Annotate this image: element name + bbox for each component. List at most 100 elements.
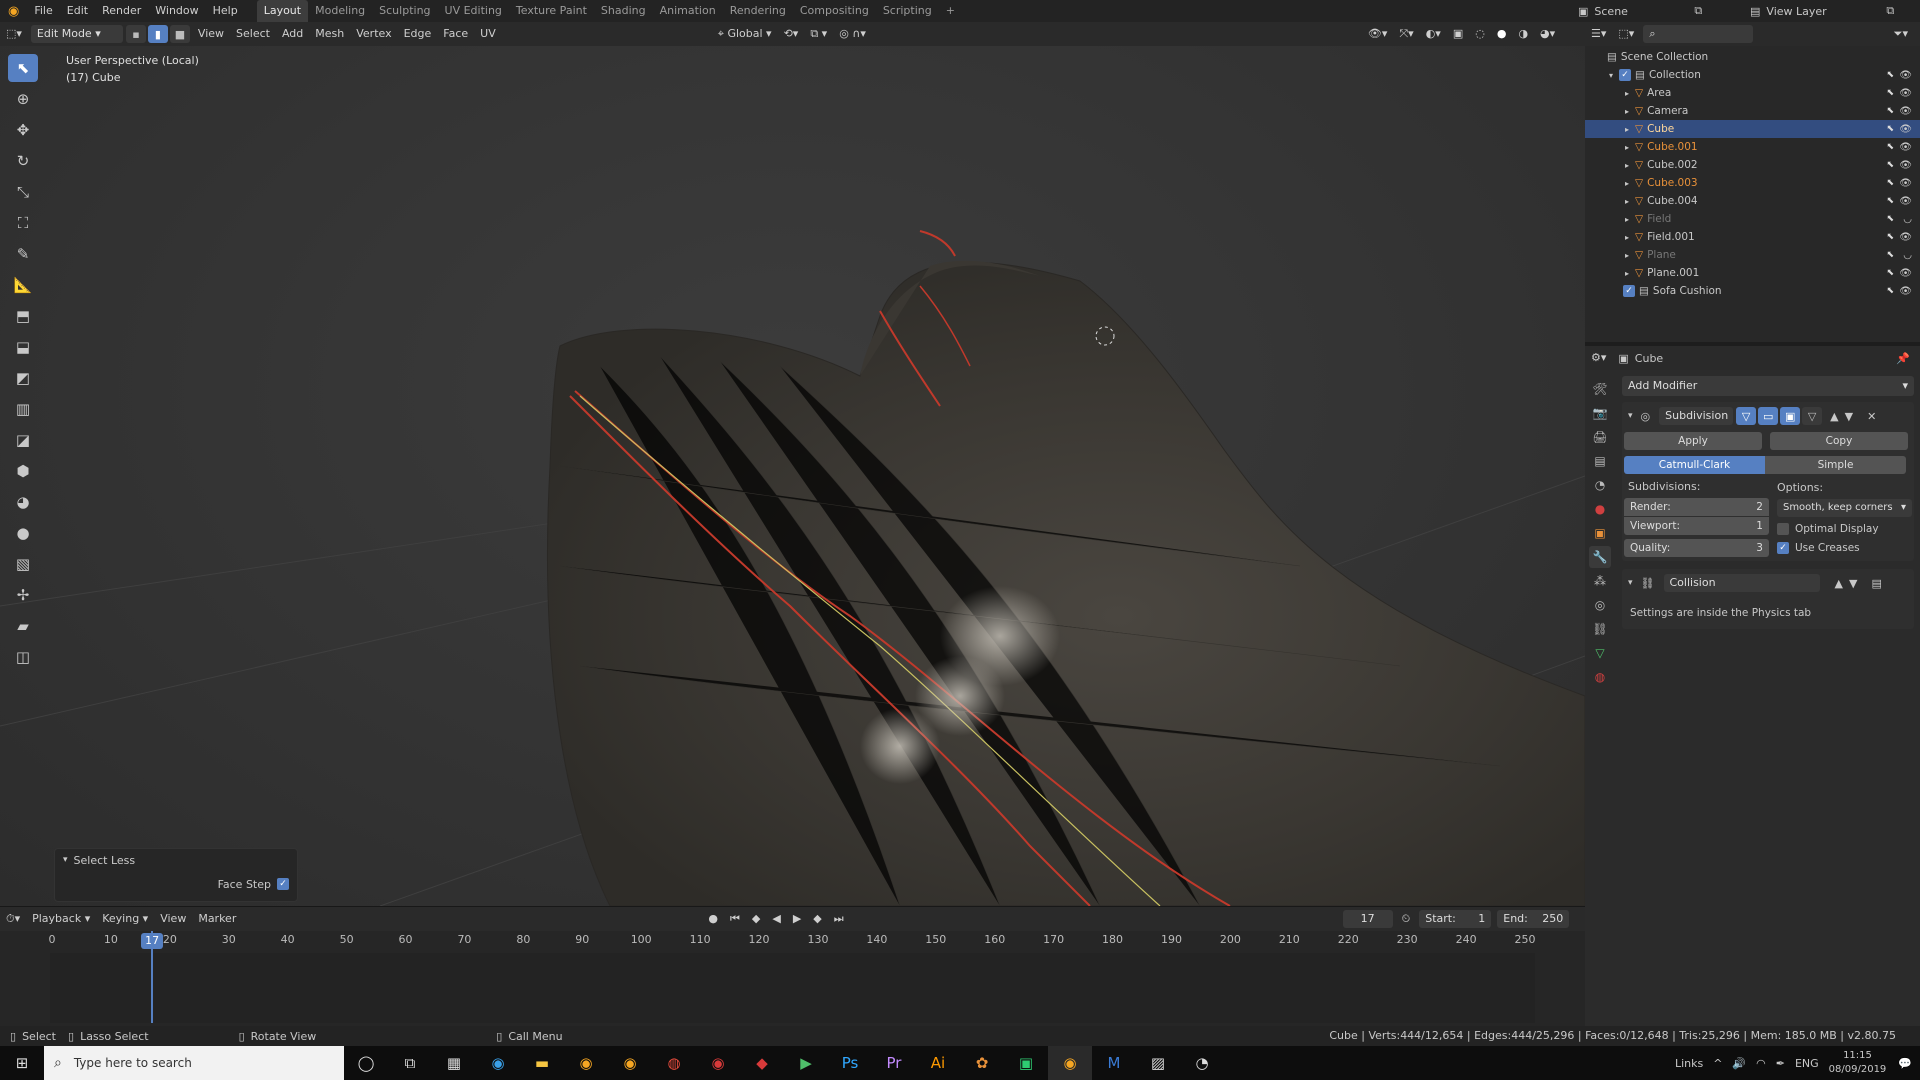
tab-sculpting[interactable]: Sculpting [372, 0, 437, 22]
expand-icon[interactable]: ▸ [1625, 215, 1629, 224]
start-frame-field[interactable]: Start: 1 [1419, 910, 1492, 928]
catmull-clark-button[interactable]: Catmull-Clark [1624, 456, 1765, 474]
apply-button[interactable]: Apply [1624, 432, 1762, 450]
chrome-icon[interactable]: ◍ [652, 1046, 696, 1080]
tab-layout[interactable]: Layout [256, 0, 309, 22]
edge-slide-icon[interactable]: ▧ [8, 550, 38, 578]
shading-rendered-icon[interactable]: ◕▾ [1534, 23, 1561, 45]
bevel-icon[interactable]: ◩ [8, 364, 38, 392]
extrude-icon[interactable]: ⬒ [8, 302, 38, 330]
eye-icon[interactable]: 👁 [1899, 178, 1912, 189]
menu-marker[interactable]: Marker [192, 908, 242, 930]
remove-modifier-icon[interactable]: ✕ [1867, 410, 1876, 423]
add-workspace-icon[interactable]: + [939, 0, 962, 22]
pivot-icon[interactable]: ⟲▾ [778, 23, 805, 45]
outliner-item[interactable]: ▸ ▽ Camera ⬉ 👁 [1585, 102, 1920, 120]
pin-icon[interactable]: 📌 [1896, 352, 1910, 365]
mode-dropdown[interactable]: Edit Mode ▾ [30, 25, 123, 43]
menu-add[interactable]: Add [276, 23, 309, 45]
filter-icon[interactable]: ⏷▾ [1888, 23, 1914, 45]
eye-icon[interactable]: ◡ [1903, 250, 1912, 261]
tab-animation[interactable]: Animation [653, 0, 723, 22]
tab-shading[interactable]: Shading [594, 0, 653, 22]
selectable-icon[interactable]: ⬉ [1886, 286, 1894, 296]
move-up-icon[interactable]: ▲ [1830, 410, 1838, 423]
render-levels-field[interactable]: Render: 2 [1624, 498, 1769, 516]
sofa-cushion-row[interactable]: ✓ ▤ Sofa Cushion ⬉ 👁 [1585, 282, 1920, 300]
app-circle-icon[interactable]: ◔ [1180, 1046, 1224, 1080]
scene-selector[interactable]: ▣ Scene ⧉ [1578, 0, 1722, 22]
inset-icon[interactable]: ⬓ [8, 333, 38, 361]
overlay-icon[interactable]: ◐▾ [1420, 23, 1447, 45]
spin-icon[interactable]: ◕ [8, 488, 38, 516]
eye-icon[interactable]: 👁 [1899, 88, 1912, 99]
xray-icon[interactable]: ▣ [1447, 23, 1469, 45]
tab-rendering[interactable]: Rendering [723, 0, 793, 22]
material-tab-icon[interactable]: ◍ [1589, 666, 1611, 688]
end-frame-field[interactable]: End: 250 [1497, 910, 1570, 928]
editor-type-icon[interactable]: ⬚▾ [0, 23, 28, 45]
realtime-icon[interactable]: ▣ [1780, 407, 1801, 425]
pen-icon[interactable]: ✒ [1776, 1057, 1785, 1070]
view-layer-tab-icon[interactable]: ▤ [1589, 450, 1611, 472]
prev-key-icon[interactable]: ◆ [746, 908, 766, 930]
output-tab-icon[interactable]: 🖨 [1589, 426, 1611, 448]
editmode-icon[interactable]: ▭ [1758, 407, 1779, 425]
expand-icon[interactable]: ▸ [1625, 161, 1629, 170]
data-tab-icon[interactable]: ▽ [1589, 642, 1611, 664]
eye-icon[interactable]: 👁 [1899, 160, 1912, 171]
rotate-icon[interactable]: ↻ [8, 147, 38, 175]
move-up-icon[interactable]: ▲ [1835, 577, 1843, 590]
blender-app-icon[interactable]: ◉ [564, 1046, 608, 1080]
taskbar-search-box[interactable]: ⌕ Type here to search [44, 1046, 344, 1080]
menu-render[interactable]: Render [95, 0, 148, 22]
eye-icon[interactable]: 👁 [1899, 124, 1912, 135]
selectable-icon[interactable]: ⬉ [1886, 70, 1894, 80]
outliner-item[interactable]: ▸ ▽ Area ⬉ 👁 [1585, 84, 1920, 102]
menu-uv[interactable]: UV [474, 23, 502, 45]
selectable-icon[interactable]: ⬉ [1886, 142, 1894, 152]
copy-button[interactable]: Copy [1770, 432, 1908, 450]
physics-tab-icon[interactable]: ◎ [1589, 594, 1611, 616]
selectable-icon[interactable]: ⬉ [1886, 196, 1894, 206]
render-tab-icon[interactable]: 📷 [1589, 402, 1611, 424]
selectable-icon[interactable]: ⬉ [1886, 178, 1894, 188]
selectable-icon[interactable]: ⬉ [1886, 88, 1894, 98]
outliner-item[interactable]: ▸ ▽ Field.001 ⬉ 👁 [1585, 228, 1920, 246]
constraints-tab-icon[interactable]: ⛓ [1589, 618, 1611, 640]
expand-icon[interactable]: ▸ [1625, 143, 1629, 152]
tab-uv-editing[interactable]: UV Editing [438, 0, 509, 22]
collision-name-field[interactable]: Collision [1663, 574, 1820, 592]
optimal-display-checkbox[interactable] [1776, 523, 1789, 535]
expand-icon[interactable]: ▸ [1625, 89, 1629, 98]
clock-icon[interactable]: ⏲ [1396, 908, 1417, 930]
menu-edge[interactable]: Edge [398, 23, 438, 45]
eye-icon[interactable]: 👁 [1899, 70, 1912, 81]
select-box-icon[interactable]: ⬉ [8, 54, 38, 82]
shrink-fatten-icon[interactable]: ✢ [8, 581, 38, 609]
shading-material-icon[interactable]: ◑ [1512, 23, 1534, 45]
world-tab-icon[interactable]: ● [1589, 498, 1611, 520]
view-layer-selector[interactable]: ▤ View Layer ⧉ [1750, 0, 1894, 22]
eye-icon[interactable]: 👁 [1899, 106, 1912, 117]
cursor-icon[interactable]: ⊕ [8, 85, 38, 113]
outliner-editor-type-icon[interactable]: ☰▾ [1585, 23, 1612, 45]
expand-icon[interactable]: ▾ [1609, 71, 1613, 80]
jump-end-icon[interactable]: ⏭ [828, 908, 850, 930]
eye-icon[interactable]: 👁 [1899, 196, 1912, 207]
current-frame-field[interactable]: 17 [1342, 910, 1393, 928]
menu-keying[interactable]: Keying ▾ [96, 908, 154, 930]
snap-icon[interactable]: ⧉ ▾ [804, 23, 833, 45]
particles-tab-icon[interactable]: ⁂ [1589, 570, 1611, 592]
modifier-menu-icon[interactable]: ▤ [1871, 577, 1881, 590]
menu-mesh[interactable]: Mesh [309, 23, 350, 45]
rip-icon[interactable]: ◫ [8, 643, 38, 671]
edge-icon[interactable]: ◉ [476, 1046, 520, 1080]
blender-active-icon[interactable]: ◉ [1048, 1046, 1092, 1080]
menu-view[interactable]: View [192, 23, 230, 45]
outliner-item[interactable]: ▸ ▽ Cube.003 ⬉ 👁 [1585, 174, 1920, 192]
scene-tab-icon[interactable]: ◔ [1589, 474, 1611, 496]
display-mode-icon[interactable]: ⬚▾ [1612, 23, 1640, 45]
visibility-icon[interactable]: 👁▾ [1362, 23, 1394, 45]
expand-icon[interactable]: ▸ [1625, 269, 1629, 278]
